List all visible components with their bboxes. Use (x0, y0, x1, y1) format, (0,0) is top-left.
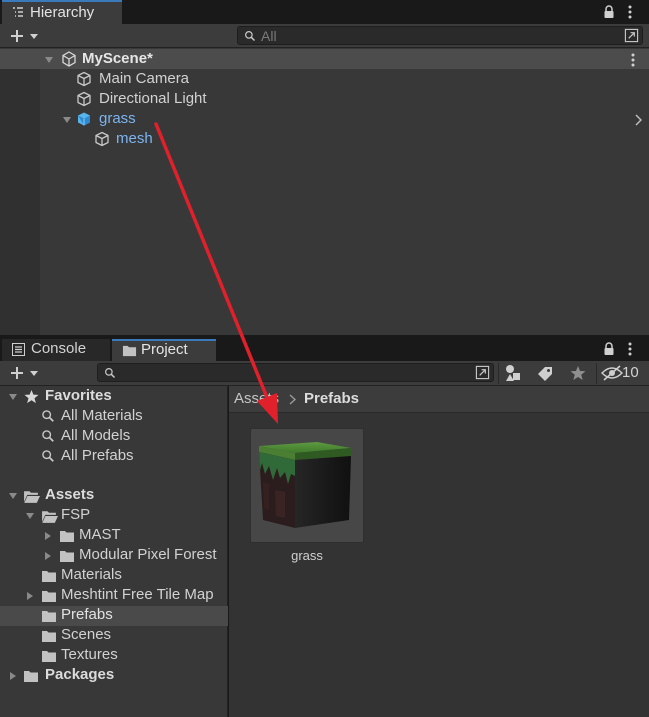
more-options-icon[interactable] (628, 4, 632, 20)
lock-icon[interactable] (603, 342, 615, 356)
hierarchy-item-label: grass (99, 110, 136, 127)
folder-icon (41, 648, 57, 664)
search-icon (244, 30, 256, 42)
expand-arrow-icon[interactable] (62, 115, 72, 125)
gameobject-icon (76, 91, 92, 107)
favorite-label: All Prefabs (61, 447, 134, 464)
folder-label[interactable]: Scenes (61, 625, 111, 645)
prefab-cube-icon (76, 111, 92, 127)
search-icon (104, 367, 116, 379)
search-icon (41, 409, 55, 423)
expand-arrow-icon[interactable] (25, 591, 35, 601)
favorite-search-item[interactable]: All Models (40, 426, 225, 446)
project-search-input[interactable] (97, 363, 494, 382)
hierarchy-item[interactable]: Directional Light (76, 89, 636, 109)
lock-icon[interactable] (603, 5, 615, 19)
search-expand-icon[interactable] (624, 28, 639, 43)
hierarchy-item-child[interactable]: mesh (94, 129, 636, 149)
search-by-type-icon[interactable] (505, 364, 521, 382)
expand-arrow-icon[interactable] (43, 551, 53, 561)
folder-label[interactable]: Modular Pixel Forest (79, 545, 217, 565)
gameobject-icon (94, 131, 110, 147)
collapse-arrow-icon[interactable] (44, 55, 54, 65)
hierarchy-item-label: mesh (116, 130, 153, 147)
open-prefab-chevron-icon[interactable] (634, 114, 642, 126)
favorite-search-item[interactable]: All Prefabs (40, 446, 225, 466)
packages-label[interactable]: Packages (45, 665, 114, 685)
search-icon (41, 429, 55, 443)
folder-label[interactable]: MAST (79, 525, 121, 545)
hidden-packages-count: 10 (622, 364, 639, 381)
folder-open-icon (23, 488, 40, 505)
chevron-down-icon[interactable] (29, 369, 39, 379)
tab-project[interactable]: Project (112, 339, 216, 361)
folder-open-icon (41, 508, 58, 525)
scene-options-icon[interactable] (631, 52, 635, 68)
hierarchy-list-icon (12, 6, 24, 18)
scene-name: MyScene* (82, 50, 153, 67)
toolbar-separator (596, 363, 597, 384)
search-placeholder: All (261, 28, 277, 44)
hierarchy-item-label: Directional Light (99, 90, 207, 107)
hierarchy-gutter (0, 67, 40, 335)
expand-arrow-icon[interactable] (8, 671, 18, 681)
console-icon (12, 343, 25, 356)
hierarchy-item[interactable]: Main Camera (76, 69, 636, 89)
folder-label[interactable]: Meshtint Free Tile Map (61, 585, 214, 605)
expand-arrow-icon[interactable] (43, 531, 53, 541)
hierarchy-tab-label: Hierarchy (30, 4, 95, 21)
breadcrumb-current[interactable]: Prefabs (304, 389, 359, 409)
chevron-down-icon[interactable] (29, 32, 39, 42)
assets-label[interactable]: Assets (45, 485, 94, 505)
create-plus-icon[interactable] (10, 366, 24, 380)
breadcrumb-separator-icon (289, 394, 296, 405)
asset-label-grass: grass (291, 548, 323, 563)
favorite-search-item[interactable]: All Materials (40, 406, 225, 426)
project-tab-label: Project (141, 341, 188, 358)
folder-icon (59, 528, 75, 544)
favorite-star-icon[interactable] (570, 365, 586, 381)
folder-icon (23, 668, 39, 684)
hierarchy-item-label: Main Camera (99, 70, 190, 87)
selected-folder-row[interactable] (0, 606, 228, 626)
folder-label-selected[interactable]: Prefabs (61, 605, 113, 625)
favorites-star-icon (24, 389, 39, 404)
folder-icon (122, 343, 137, 358)
folder-label[interactable]: Textures (61, 645, 118, 665)
folder-label-fsp[interactable]: FSP (61, 505, 90, 525)
favorite-label: All Materials (61, 407, 143, 424)
folder-icon (41, 588, 57, 604)
folder-label[interactable]: Materials (61, 565, 122, 585)
search-by-label-icon[interactable] (537, 366, 553, 382)
breadcrumb-root[interactable]: Assets (234, 389, 279, 409)
gameobject-icon (76, 71, 92, 87)
search-icon (41, 449, 55, 463)
console-tab-label: Console (31, 340, 87, 357)
unity-scene-icon (61, 51, 77, 67)
folder-icon (41, 568, 57, 584)
hierarchy-search-input[interactable]: All (237, 26, 643, 45)
more-options-icon[interactable] (628, 341, 632, 357)
hidden-packages-eye-icon[interactable] (601, 365, 623, 381)
tab-hierarchy[interactable]: Hierarchy (2, 0, 122, 24)
collapse-arrow-icon[interactable] (8, 491, 18, 501)
folder-icon (41, 628, 57, 644)
favorite-label: All Models (61, 427, 131, 444)
favorites-label[interactable]: Favorites (45, 386, 112, 406)
asset-thumbnail-grass[interactable] (250, 428, 364, 543)
toolbar-separator (498, 363, 499, 384)
collapse-arrow-icon[interactable] (8, 392, 18, 402)
collapse-arrow-icon[interactable] (25, 511, 35, 521)
create-plus-icon[interactable] (10, 29, 24, 43)
hierarchy-item-prefab[interactable]: grass (76, 109, 636, 129)
folder-icon (41, 608, 57, 624)
tab-console[interactable]: Console (2, 339, 110, 361)
search-expand-icon[interactable] (475, 365, 490, 380)
folder-icon (59, 548, 75, 564)
grass-block-preview-icon (255, 432, 359, 538)
